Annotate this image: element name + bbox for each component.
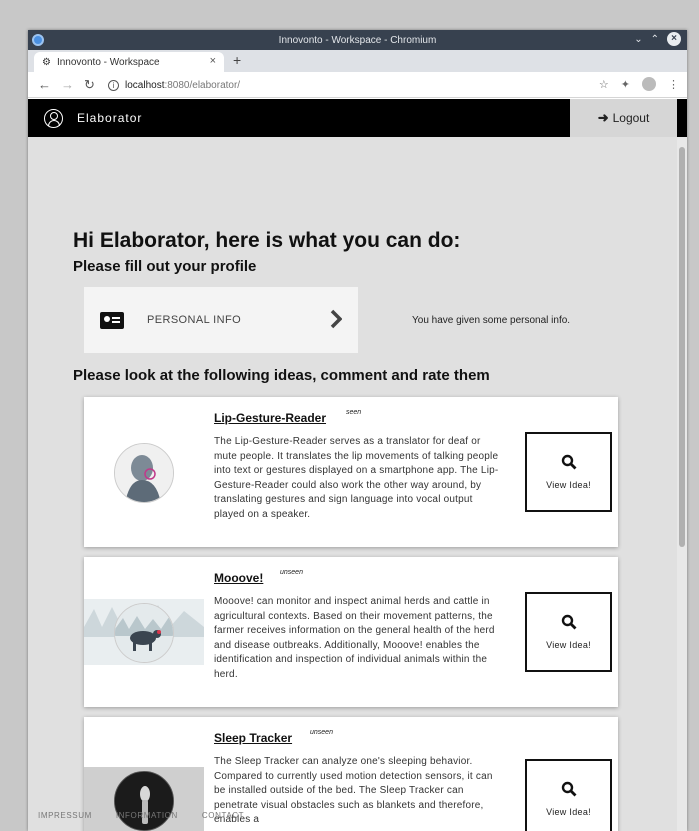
- user-account-icon: [44, 108, 63, 128]
- url-path: :8080/elaborator/: [164, 79, 241, 91]
- window-titlebar: Innovonto - Workspace - Chromium ⌄ ⌃ ×: [28, 30, 687, 50]
- page-headline: Hi Elaborator, here is what you can do:: [73, 229, 461, 252]
- search-icon: [561, 781, 576, 797]
- idea-name[interactable]: Mooove!: [214, 571, 263, 585]
- window-title: Innovonto - Workspace - Chromium: [278, 34, 437, 46]
- footer-impressum-link[interactable]: IMPRESSUM: [38, 811, 92, 820]
- toolbar-actions: ☆ ✦ ⋮: [599, 77, 679, 91]
- page-footer: IMPRESSUM INFORMATION CONTACT: [38, 811, 244, 820]
- logout-label: Logout: [612, 111, 650, 125]
- profile-status-text: You have given some personal info.: [412, 315, 571, 326]
- chromium-icon: [32, 34, 44, 46]
- profile-heading: Please fill out your profile: [73, 258, 257, 275]
- ideas-heading: Please look at the following ideas, comm…: [73, 367, 490, 384]
- idea-thumbnail: [84, 557, 204, 707]
- view-idea-button[interactable]: View Idea!: [525, 432, 612, 512]
- idea-image: [114, 603, 174, 663]
- idea-name[interactable]: Sleep Tracker: [214, 731, 292, 745]
- tab-title: Innovonto - Workspace: [56, 56, 160, 68]
- idea-seen-status: unseen: [280, 569, 303, 576]
- personal-info-card[interactable]: PERSONAL INFO: [84, 287, 358, 353]
- idea-seen-status: seen: [346, 409, 362, 416]
- view-idea-button[interactable]: View Idea!: [525, 592, 612, 672]
- page-scrollbar[interactable]: [677, 137, 687, 831]
- idea-description: The Sleep Tracker can analyze one's slee…: [214, 756, 493, 825]
- idea-seen-status: unseen: [310, 729, 333, 736]
- view-idea-label: View Idea!: [546, 807, 591, 817]
- id-card-icon: [100, 311, 124, 329]
- app-title: Elaborator: [77, 111, 143, 125]
- idea-image: [114, 771, 174, 831]
- window-controls: ⌄ ⌃ ×: [634, 32, 681, 46]
- personal-info-label: PERSONAL INFO: [147, 314, 242, 326]
- search-icon: [561, 614, 576, 630]
- footer-information-link[interactable]: INFORMATION: [116, 811, 178, 820]
- web-page: Elaborator ➜ Logout Hi Elaborator, here …: [28, 99, 687, 831]
- footer-contact-link[interactable]: CONTACT: [202, 811, 244, 820]
- idea-description: The Lip-Gesture-Reader serves as a trans…: [214, 436, 499, 520]
- idea-card-lip-gesture-reader: Lip-Gesture-Reader seen The Lip-Gesture-…: [84, 397, 618, 547]
- idea-description: Mooove! can monitor and inspect animal h…: [214, 596, 495, 680]
- close-window-icon[interactable]: ×: [667, 32, 681, 46]
- view-idea-label: View Idea!: [546, 480, 591, 490]
- view-idea-button[interactable]: View Idea!: [525, 759, 612, 831]
- idea-image: [114, 443, 174, 503]
- maximize-icon[interactable]: ⌃: [651, 34, 659, 45]
- back-icon[interactable]: ←: [38, 77, 51, 92]
- app-header: Elaborator ➜ Logout: [28, 99, 687, 137]
- site-info-icon[interactable]: i: [108, 79, 119, 91]
- idea-card-mooove: Mooove! unseen Mooove! can monitor and i…: [84, 557, 618, 707]
- browser-menu-icon[interactable]: ⋮: [668, 78, 679, 91]
- logout-icon: ➜: [597, 110, 609, 125]
- scrollbar-thumb[interactable]: [679, 147, 685, 547]
- profile-avatar-icon[interactable]: [642, 77, 656, 91]
- favicon-icon: ⚙: [42, 56, 51, 68]
- idea-thumbnail: [84, 397, 204, 547]
- browser-toolbar: ← → ↻ i localhost:8080/elaborator/ ☆ ✦ ⋮: [28, 72, 687, 98]
- forward-icon[interactable]: →: [61, 77, 74, 92]
- url-host: localhost: [125, 79, 165, 91]
- idea-name[interactable]: Lip-Gesture-Reader: [214, 411, 326, 425]
- browser-window: Innovonto - Workspace - Chromium ⌄ ⌃ × ⚙…: [28, 30, 687, 831]
- bookmark-star-icon[interactable]: ☆: [599, 78, 609, 91]
- address-bar[interactable]: i localhost:8080/elaborator/: [108, 75, 598, 95]
- minimize-icon[interactable]: ⌄: [634, 34, 642, 45]
- extension-icon[interactable]: ✦: [621, 78, 630, 91]
- new-tab-icon[interactable]: +: [233, 52, 241, 68]
- browser-tab[interactable]: ⚙ Innovonto - Workspace ×: [34, 52, 224, 72]
- reload-icon[interactable]: ↻: [84, 77, 95, 93]
- tab-strip: ⚙ Innovonto - Workspace × +: [28, 50, 687, 72]
- tab-close-icon[interactable]: ×: [210, 55, 216, 67]
- search-icon: [561, 454, 576, 470]
- view-idea-label: View Idea!: [546, 640, 591, 650]
- logout-button[interactable]: ➜ Logout: [570, 99, 677, 137]
- chevron-right-icon: [330, 309, 342, 329]
